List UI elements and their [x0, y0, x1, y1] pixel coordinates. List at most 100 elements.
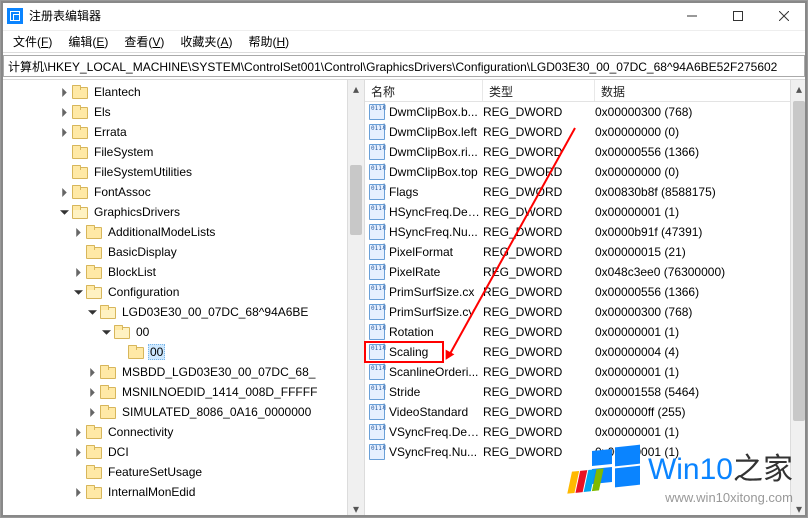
scroll-down-button[interactable]: ▾	[791, 500, 807, 517]
scroll-down-button[interactable]: ▾	[348, 500, 364, 517]
tree-item[interactable]: Connectivity	[1, 422, 364, 442]
folder-icon	[100, 365, 116, 379]
tree-scrollbar[interactable]: ▴ ▾	[347, 80, 364, 517]
tree-item[interactable]: Errata	[1, 122, 364, 142]
value-type: REG_DWORD	[483, 125, 595, 139]
expand-icon[interactable]	[71, 265, 85, 279]
tree-item[interactable]: SIMULATED_8086_0A16_0000000	[1, 402, 364, 422]
expand-icon[interactable]	[57, 105, 71, 119]
expand-icon[interactable]	[85, 385, 99, 399]
dword-icon	[369, 364, 385, 380]
tree-item-label: GraphicsDrivers	[92, 204, 182, 220]
expand-icon[interactable]	[57, 125, 71, 139]
scroll-up-button[interactable]: ▴	[791, 80, 807, 97]
tree-item[interactable]: FontAssoc	[1, 182, 364, 202]
column-name[interactable]: 名称	[365, 80, 483, 101]
tree-item[interactable]: GraphicsDrivers	[1, 202, 364, 222]
value-row[interactable]: PixelFormatREG_DWORD0x00000015 (21)	[365, 242, 807, 262]
menu-favorites[interactable]: 收藏夹(A)	[174, 31, 238, 52]
address-bar[interactable]: 计算机\HKEY_LOCAL_MACHINE\SYSTEM\ControlSet…	[3, 55, 805, 77]
menu-help[interactable]: 帮助(H)	[242, 31, 295, 52]
list-scrollbar[interactable]: ▴ ▾	[790, 80, 807, 517]
value-row[interactable]: VideoStandardREG_DWORD0x000000ff (255)	[365, 402, 807, 422]
tree-item[interactable]: FileSystem	[1, 142, 364, 162]
tree-item[interactable]: MSBDD_LGD03E30_00_07DC_68_	[1, 362, 364, 382]
value-name: Stride	[389, 385, 483, 399]
tree-item[interactable]: Els	[1, 102, 364, 122]
value-type: REG_DWORD	[483, 105, 595, 119]
value-row[interactable]: RotationREG_DWORD0x00000001 (1)	[365, 322, 807, 342]
menu-file[interactable]: 文件(F)	[7, 31, 58, 52]
scroll-thumb[interactable]	[350, 165, 362, 235]
value-row[interactable]: PrimSurfSize.cxREG_DWORD0x00000556 (1366…	[365, 282, 807, 302]
scroll-up-button[interactable]: ▴	[348, 80, 364, 97]
maximize-button[interactable]	[715, 1, 761, 31]
tree-item[interactable]: Configuration	[1, 282, 364, 302]
value-row[interactable]: StrideREG_DWORD0x00001558 (5464)	[365, 382, 807, 402]
folder-icon	[100, 405, 116, 419]
tree-item[interactable]: 00	[1, 342, 364, 362]
value-row[interactable]: DwmClipBox.ri...REG_DWORD0x00000556 (136…	[365, 142, 807, 162]
tree-item[interactable]: FeatureSetUsage	[1, 462, 364, 482]
dword-icon	[369, 184, 385, 200]
window-title: 注册表编辑器	[29, 7, 101, 24]
expand-icon[interactable]	[85, 405, 99, 419]
expand-icon[interactable]	[71, 425, 85, 439]
list-rows[interactable]: DwmClipBox.b...REG_DWORD0x00000300 (768)…	[365, 102, 807, 462]
tree-item-label: SIMULATED_8086_0A16_0000000	[120, 404, 313, 420]
value-row[interactable]: VSyncFreq.Den...REG_DWORD0x00000001 (1)	[365, 422, 807, 442]
list-pane: 名称 类型 数据 DwmClipBox.b...REG_DWORD0x00000…	[365, 80, 807, 517]
value-row[interactable]: VSyncFreq.Nu...REG_DWORD0x00000001 (1)	[365, 442, 807, 462]
folder-icon	[86, 425, 102, 439]
value-name: DwmClipBox.ri...	[389, 145, 483, 159]
value-name: VSyncFreq.Nu...	[389, 445, 483, 459]
scroll-thumb[interactable]	[793, 101, 805, 421]
value-row[interactable]: ScalingREG_DWORD0x00000004 (4)	[365, 342, 807, 362]
collapse-icon[interactable]	[85, 305, 99, 319]
tree-item-label: DCI	[106, 444, 131, 460]
tree-item-label: 00	[134, 324, 151, 340]
tree-item[interactable]: LGD03E30_00_07DC_68^94A6BE	[1, 302, 364, 322]
value-row[interactable]: DwmClipBox.leftREG_DWORD0x00000000 (0)	[365, 122, 807, 142]
minimize-button[interactable]	[669, 1, 715, 31]
value-name: DwmClipBox.left	[389, 125, 483, 139]
tree-item-label: MSBDD_LGD03E30_00_07DC_68_	[120, 364, 317, 380]
value-row[interactable]: HSyncFreq.Den...REG_DWORD0x00000001 (1)	[365, 202, 807, 222]
tree-item[interactable]: BlockList	[1, 262, 364, 282]
value-name: PrimSurfSize.cy	[389, 305, 483, 319]
expand-icon[interactable]	[85, 365, 99, 379]
tree-item[interactable]: BasicDisplay	[1, 242, 364, 262]
tree-item[interactable]: MSNILNOEDID_1414_008D_FFFFF	[1, 382, 364, 402]
collapse-icon[interactable]	[71, 285, 85, 299]
menu-view[interactable]: 查看(V)	[118, 31, 170, 52]
expand-icon[interactable]	[57, 85, 71, 99]
value-row[interactable]: PrimSurfSize.cyREG_DWORD0x00000300 (768)	[365, 302, 807, 322]
value-row[interactable]: HSyncFreq.Nu...REG_DWORD0x0000b91f (4739…	[365, 222, 807, 242]
menu-edit[interactable]: 编辑(E)	[62, 31, 114, 52]
value-name: DwmClipBox.b...	[389, 105, 483, 119]
tree-item-label: LGD03E30_00_07DC_68^94A6BE	[120, 304, 310, 320]
collapse-icon[interactable]	[57, 205, 71, 219]
tree-view[interactable]: ElantechElsErrataFileSystemFileSystemUti…	[1, 80, 364, 517]
value-row[interactable]: FlagsREG_DWORD0x00830b8f (8588175)	[365, 182, 807, 202]
value-row[interactable]: DwmClipBox.b...REG_DWORD0x00000300 (768)	[365, 102, 807, 122]
expand-icon[interactable]	[71, 485, 85, 499]
tree-item[interactable]: 00	[1, 322, 364, 342]
value-row[interactable]: DwmClipBox.topREG_DWORD0x00000000 (0)	[365, 162, 807, 182]
expand-icon[interactable]	[71, 225, 85, 239]
column-data[interactable]: 数据	[595, 80, 807, 101]
tree-item[interactable]: AdditionalModeLists	[1, 222, 364, 242]
value-row[interactable]: ScanlineOrderi...REG_DWORD0x00000001 (1)	[365, 362, 807, 382]
close-button[interactable]	[761, 1, 807, 31]
collapse-icon[interactable]	[99, 325, 113, 339]
tree-item[interactable]: FileSystemUtilities	[1, 162, 364, 182]
expand-icon[interactable]	[71, 445, 85, 459]
tree-item[interactable]: DCI	[1, 442, 364, 462]
expand-icon[interactable]	[57, 185, 71, 199]
folder-icon	[72, 185, 88, 199]
value-row[interactable]: PixelRateREG_DWORD0x048c3ee0 (76300000)	[365, 262, 807, 282]
tree-item[interactable]: Elantech	[1, 82, 364, 102]
value-type: REG_DWORD	[483, 345, 595, 359]
column-type[interactable]: 类型	[483, 80, 595, 101]
tree-item[interactable]: InternalMonEdid	[1, 482, 364, 502]
